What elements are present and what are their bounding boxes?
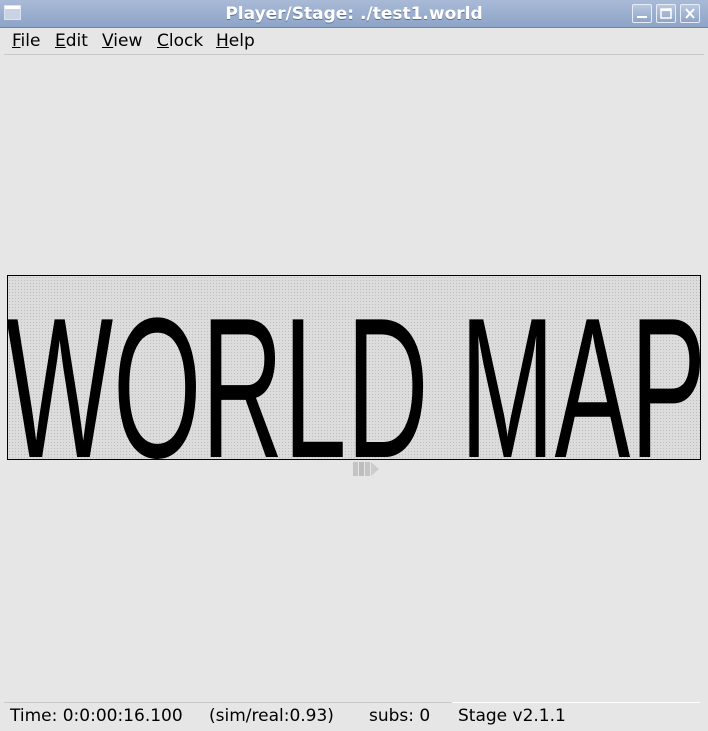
- minimize-icon: [637, 16, 647, 18]
- status-subs: subs: 0: [369, 706, 431, 726]
- minimize-button[interactable]: [632, 4, 652, 23]
- status-highlight: [452, 702, 700, 703]
- world-map-text: WORLD MAP: [8, 277, 701, 460]
- menu-file[interactable]: File: [12, 31, 40, 51]
- world-map-graphic: WORLD MAP: [8, 277, 701, 460]
- menu-edit[interactable]: Edit: [55, 31, 88, 51]
- status-time: Time: 0:0:00:16.100: [10, 706, 183, 726]
- status-version: Stage v2.1.1: [458, 706, 566, 726]
- status-sim-real-ratio: (sim/real:0.93): [209, 706, 334, 726]
- world-map[interactable]: WORLD MAP: [7, 275, 701, 460]
- close-icon: [685, 8, 695, 19]
- world-canvas[interactable]: WORLD MAP: [0, 55, 708, 702]
- menu-clock[interactable]: Clock: [157, 31, 203, 51]
- robot-icon[interactable]: [353, 459, 380, 479]
- menu-help[interactable]: Help: [216, 31, 255, 51]
- menu-view[interactable]: View: [102, 31, 142, 51]
- maximize-icon: [660, 8, 672, 19]
- title-bar[interactable]: Player/Stage: ./test1.world: [0, 0, 708, 28]
- window-title: Player/Stage: ./test1.world: [225, 4, 483, 24]
- close-button[interactable]: [680, 4, 700, 23]
- maximize-button[interactable]: [656, 4, 676, 23]
